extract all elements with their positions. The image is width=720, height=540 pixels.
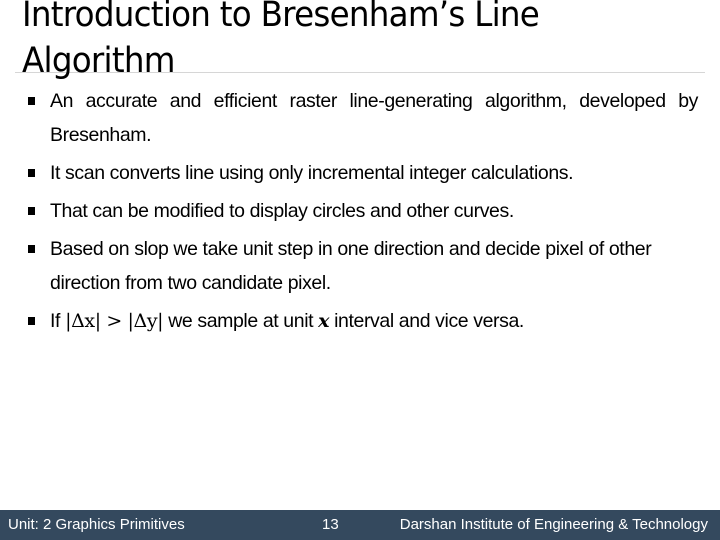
slide-footer: Unit: 2 Graphics Primitives 13 Darshan I… [0, 510, 720, 540]
math-variable-x: x [318, 310, 330, 332]
math-greater-than: > [100, 310, 128, 332]
footer-institute-name: Darshan Institute of Engineering & Techn… [399, 516, 708, 533]
square-bullet-icon [28, 207, 35, 215]
bullet-text-prefix: If [50, 310, 66, 332]
bullet-list: An accurate and efficient raster line-ge… [28, 84, 698, 342]
bullet-text: An accurate and efficient raster line-ge… [50, 90, 698, 146]
bullet-text: It scan converts line using only increme… [50, 162, 574, 184]
bullet-item: If |Δx| > |Δy| we sample at unit x inter… [28, 304, 698, 338]
bullet-item: That can be modified to display circles … [28, 194, 698, 228]
bullet-item: An accurate and efficient raster line-ge… [28, 84, 698, 152]
math-abs-delta-x: |Δx| [65, 310, 101, 332]
square-bullet-icon [28, 97, 35, 105]
bullet-text-suffix: interval and vice versa. [329, 310, 524, 332]
bullet-item: It scan converts line using only increme… [28, 156, 698, 190]
math-abs-delta-y: |Δy| [127, 310, 164, 332]
slide-title: Introduction to Bresenham’s Line Algorit… [22, 0, 540, 81]
footer-page-number: 13 [322, 516, 339, 533]
square-bullet-icon [28, 317, 35, 325]
footer-unit-label: Unit: 2 Graphics Primitives [8, 516, 185, 533]
bullet-text: That can be modified to display circles … [50, 200, 514, 222]
bullet-item: Based on slop we take unit step in one d… [28, 232, 698, 300]
bullet-text-middle: we sample at unit [163, 310, 319, 332]
square-bullet-icon [28, 169, 35, 177]
bullet-text: Based on slop we take unit step in one d… [50, 238, 652, 294]
square-bullet-icon [28, 245, 35, 253]
